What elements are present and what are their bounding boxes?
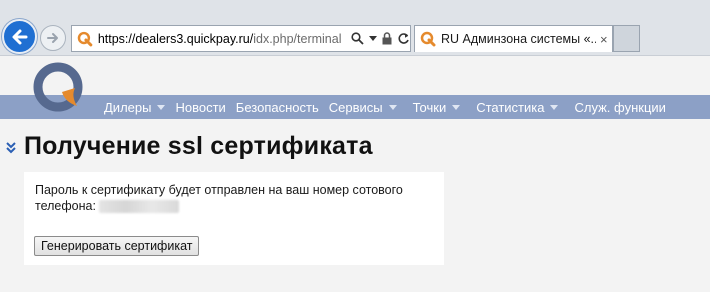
menu-item-label: Дилеры [104, 99, 152, 115]
menu-item-points[interactable]: Точки [413, 100, 461, 115]
site-favicon-icon [420, 31, 436, 47]
back-arrow-icon [12, 29, 27, 44]
address-bar[interactable]: https://dealers3.quickpay.ru/idx.php/ter… [71, 25, 411, 52]
dropdown-icon[interactable] [369, 35, 377, 42]
menu-item-label: Новости [175, 99, 226, 115]
menu-item-label: Безопасность [235, 99, 319, 115]
menu-item-label: Сервисы [328, 99, 383, 115]
menu-item-label: Статистика [476, 99, 545, 115]
generate-certificate-button[interactable]: Генерировать сертификат [34, 236, 200, 256]
menu-item-security[interactable]: Безопасность [236, 100, 319, 115]
quickpay-logo[interactable] [31, 62, 87, 114]
back-button[interactable] [2, 19, 37, 54]
tab-close-icon[interactable]: × [600, 32, 608, 47]
menu-item-news[interactable]: Новости [175, 100, 225, 115]
refresh-icon[interactable] [397, 32, 410, 45]
redacted-phone-number [98, 200, 179, 214]
tab-title: RU Админзона системы «... [441, 32, 596, 46]
menu-item-label: Служ. функции [574, 99, 666, 115]
page-title-row: Получение ssl сертификата [5, 132, 373, 161]
collapse-chevrons-icon[interactable] [5, 141, 17, 155]
menu-item-statistics[interactable]: Статистика [476, 99, 559, 115]
search-icon[interactable] [351, 32, 364, 45]
url-text[interactable]: https://dealers3.quickpay.ru/idx.php/ter… [98, 32, 345, 46]
forward-button[interactable] [40, 25, 66, 51]
url-path: idx.php/terminal [253, 31, 342, 46]
browser-chrome: https://dealers3.quickpay.ru/idx.php/ter… [0, 0, 710, 56]
chevron-down-icon [157, 104, 166, 110]
menu-item-dealers[interactable]: Дилеры [104, 99, 166, 115]
menu-item-services[interactable]: Сервисы [329, 100, 397, 115]
menu-item-service-functions[interactable]: Служ. функции [574, 100, 665, 115]
browser-tab[interactable]: RU Админзона системы «... × [414, 25, 613, 52]
certificate-panel: Пароль к сертификату будет отправлен на … [24, 172, 444, 265]
url-host: https://dealers3.quickpay.ru/ [97, 31, 254, 46]
site-favicon-icon [77, 31, 93, 46]
menu-item-label: Точки [412, 99, 447, 115]
message-line: Пароль к сертификату будет отправлен на … [35, 183, 403, 213]
page-title: Получение ssl сертификата [24, 132, 373, 160]
forward-arrow-icon [47, 33, 58, 43]
chevron-down-icon [452, 104, 461, 110]
main-menu: Дилеры Новости Безопасность Сервисы Точк… [0, 95, 710, 119]
message-text: Пароль к сертификату будет отправлен на … [35, 182, 440, 214]
lock-icon[interactable] [382, 32, 392, 45]
new-tab-button[interactable] [613, 25, 640, 52]
chevron-down-icon [550, 104, 559, 110]
chevron-down-icon [388, 104, 397, 110]
